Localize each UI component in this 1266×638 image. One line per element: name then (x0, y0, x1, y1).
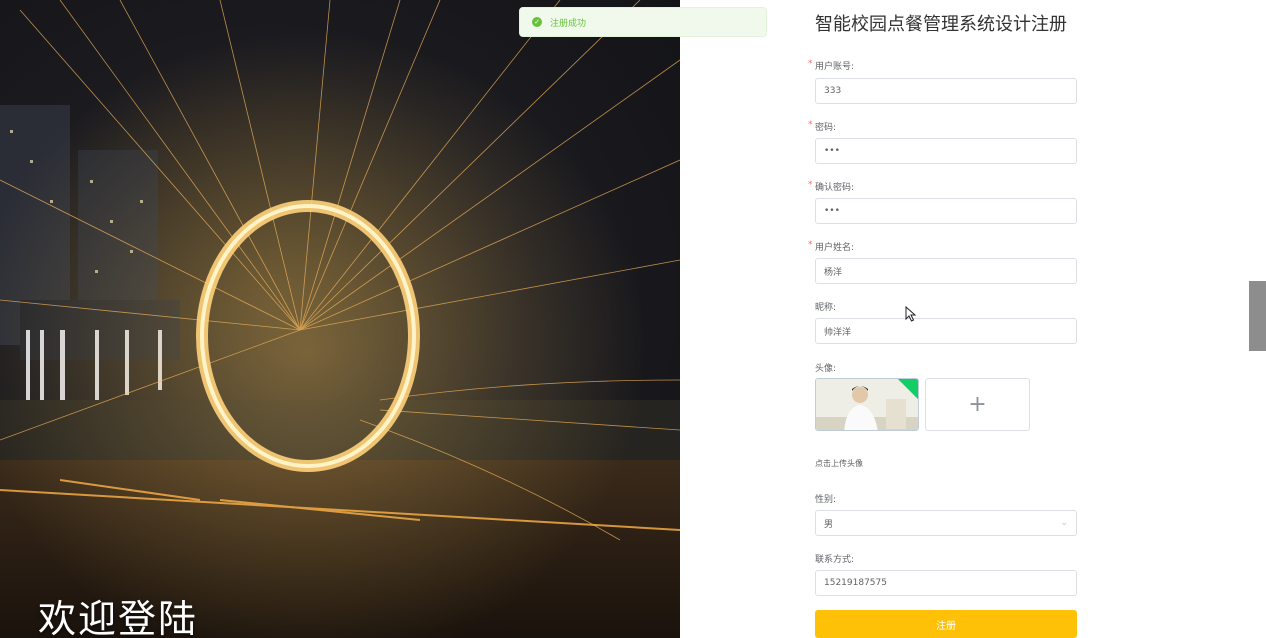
avatar-photo (816, 379, 918, 430)
toast-message: 注册成功 (550, 18, 587, 29)
welcome-text: 欢迎登陆 (38, 597, 199, 638)
mouse-cursor-icon (905, 306, 917, 322)
field-label-gender: 性别: (815, 492, 836, 505)
confirm-password-input[interactable]: ••• (815, 198, 1077, 224)
field-label-text: 昵称: (815, 303, 837, 313)
check-circle-icon: ✓ (532, 17, 542, 27)
gender-selected-value: 男 (824, 519, 834, 530)
upload-hint: 点击上传头像 (815, 459, 863, 468)
field-label-text: 确认密码: (815, 183, 855, 193)
field-label-account: * 用户账号: (808, 59, 855, 72)
field-label-password: * 密码: (808, 120, 837, 133)
field-label-confirm-password: * 确认密码: (808, 180, 855, 193)
field-label-contact: 联系方式: (815, 552, 854, 565)
field-label-name: * 用户姓名: (808, 240, 855, 253)
background-photo: 欢迎登陆 (0, 0, 680, 638)
upload-avatar-button[interactable]: + (925, 378, 1030, 431)
avatar-thumbnail[interactable] (815, 378, 919, 431)
contact-input[interactable]: 15219187575 (815, 570, 1077, 596)
field-label-text: 密码: (815, 123, 837, 133)
required-mark: * (808, 120, 813, 130)
field-label-text: 联系方式: (815, 555, 855, 565)
field-label-avatar: 头像: (815, 361, 836, 374)
field-label-text: 性别: (815, 495, 837, 505)
name-input[interactable]: 杨洋 (815, 258, 1077, 284)
required-mark: * (808, 180, 813, 190)
page-scrollbar[interactable] (1249, 281, 1266, 351)
account-input[interactable]: 333 (815, 78, 1077, 104)
page-title: 智能校园点餐管理系统设计注册 (815, 14, 1067, 35)
steel-wool-photo-illustration (0, 0, 680, 638)
required-mark: * (808, 240, 813, 250)
register-button[interactable]: 注册 (815, 610, 1077, 638)
field-label-text: 头像: (815, 364, 837, 374)
field-label-text: 用户账号: (815, 62, 855, 72)
field-label-nickname: 昵称: (815, 300, 836, 313)
success-toast: ✓ 注册成功 (519, 7, 767, 37)
required-mark: * (808, 59, 813, 69)
gender-select[interactable]: 男 ⌄ (815, 510, 1077, 536)
chevron-down-icon: ⌄ (1060, 518, 1068, 528)
field-label-text: 用户姓名: (815, 243, 855, 253)
plus-icon: + (968, 392, 987, 417)
password-input[interactable]: ••• (815, 138, 1077, 164)
nickname-input[interactable]: 帅洋洋 (815, 318, 1077, 344)
